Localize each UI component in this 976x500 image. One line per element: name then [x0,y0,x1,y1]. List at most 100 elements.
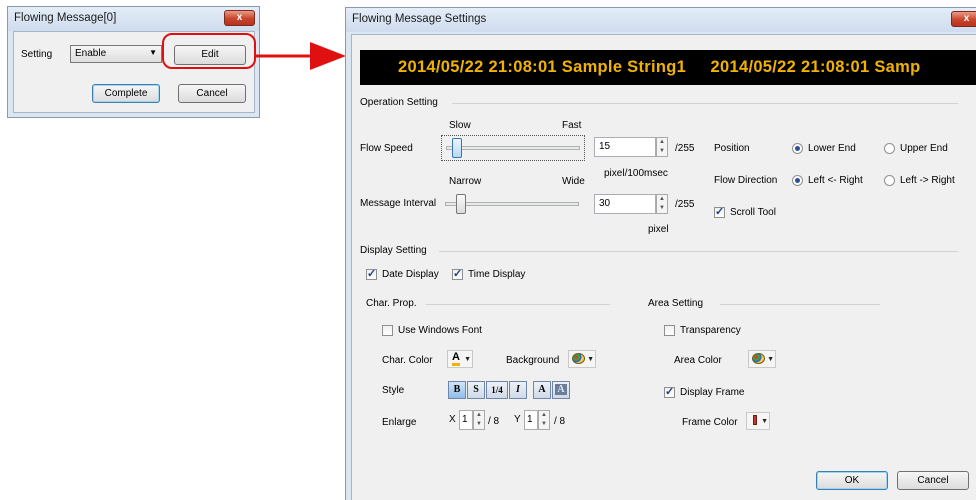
outline-icon: A [538,384,546,395]
chevron-down-icon: ▼ [767,356,774,363]
message-interval-slider[interactable] [441,192,585,218]
position-label: Position [714,143,750,154]
message-interval-thumb[interactable] [456,194,466,214]
flow-speed-track [446,146,580,150]
position-upper-radio[interactable] [884,143,895,154]
close-button[interactable]: x [224,10,255,26]
flow-speed-spinner[interactable]: ▲ ▼ [656,137,668,157]
chevron-down-icon: ▼ [464,356,471,363]
enlarge-y-denominator: / 8 [554,416,566,427]
edit-highlight [162,33,256,69]
flow-speed-input[interactable]: 15 [594,137,656,157]
spin-up-icon[interactable]: ▲ [657,138,667,147]
complete-button[interactable]: Complete [92,84,160,103]
italic-icon: I [516,384,520,395]
narrow-label: Narrow [449,176,482,187]
shadow-icon: S [473,384,479,395]
ok-button-label: OK [844,475,860,486]
ok-button[interactable]: OK [816,471,888,490]
message-interval-value: 30 [599,198,611,209]
enlarge-y-value: 1 [527,414,533,425]
flow-speed-slider[interactable] [441,135,585,161]
style-italic-button[interactable]: I [509,381,527,399]
flow-speed-thumb[interactable] [452,138,462,158]
transparency-checkbox[interactable] [664,325,675,336]
display-setting-label: Display Setting [360,245,427,256]
style-outline-button[interactable]: A [533,381,551,399]
chevron-down-icon: ▼ [587,356,594,363]
frame-color-picker[interactable]: ▼ [746,412,770,430]
enlarge-y-label: Y [514,414,521,425]
area-divider [720,304,880,305]
arrow-icon [254,42,346,70]
direction-right-to-left-label: Left <- Right [808,175,863,186]
flow-speed-unit: pixel/100msec [604,168,668,179]
quarter-icon: 1/4 [491,385,503,395]
slow-label: Slow [449,120,471,131]
chevron-down-icon: ▼ [761,418,768,425]
close-icon: x [963,13,970,24]
reverse-icon: A [555,384,567,395]
display-frame-label: Display Frame [680,387,745,398]
position-lower-label: Lower End [808,143,856,154]
dialog-titlebar: Flowing Message[0] x [8,7,259,31]
message-interval-spinner[interactable]: ▲ ▼ [656,194,668,214]
pen-icon [753,415,757,425]
style-bold-button[interactable]: B [448,381,466,399]
date-display-checkbox[interactable] [366,267,377,280]
direction-left-to-right-radio[interactable] [884,175,895,186]
transparency-label: Transparency [680,325,741,336]
display-frame-checkbox[interactable] [664,385,675,398]
background-label: Background [506,355,560,366]
dialog-title: Flowing Message[0] [14,12,117,24]
message-interval-max: /255 [675,199,695,210]
fast-label: Fast [562,120,582,131]
enlarge-x-label: X [449,414,456,425]
use-windows-font-label: Use Windows Font [398,325,482,336]
cancel-button-label: Cancel [196,88,228,99]
direction-right-to-left-radio[interactable] [792,175,803,186]
flow-speed-value: 15 [599,141,611,152]
style-reverse-button[interactable]: A [552,381,570,399]
style-quarter-button[interactable]: 1/4 [486,381,508,399]
font-color-icon: A [452,351,460,366]
wide-label: Wide [562,176,585,187]
enlarge-y-input[interactable]: 1 [524,410,538,430]
setting-select[interactable]: Enable ▼ [70,45,162,63]
area-color-picker[interactable]: ▼ [748,350,776,368]
spin-up-icon[interactable]: ▲ [474,411,484,420]
char-color-picker[interactable]: A ▼ [447,350,473,368]
operation-setting-label: Operation Setting [360,97,438,108]
flow-speed-label: Flow Speed [360,143,413,154]
position-lower-radio[interactable] [792,143,803,154]
frame-color-label: Frame Color [682,417,738,428]
spin-down-icon[interactable]: ▼ [539,420,549,429]
message-interval-input[interactable]: 30 [594,194,656,214]
spin-down-icon[interactable]: ▼ [657,147,667,156]
scroll-tool-checkbox[interactable] [714,205,725,218]
settings-cancel-label: Cancel [917,475,949,486]
settings-close-button[interactable]: x [951,11,976,27]
time-display-checkbox[interactable] [452,267,463,280]
use-windows-font-checkbox[interactable] [382,325,393,336]
settings-dialog: Flowing Message Settings x 2014/05/22 21… [345,7,976,500]
style-shadow-button[interactable]: S [467,381,485,399]
direction-left-to-right-label: Left -> Right [900,175,955,186]
spin-up-icon[interactable]: ▲ [539,411,549,420]
enlarge-x-spinner[interactable]: ▲ ▼ [473,410,485,430]
enlarge-x-input[interactable]: 1 [459,410,473,430]
settings-cancel-button[interactable]: Cancel [897,471,969,490]
spin-up-icon[interactable]: ▲ [657,195,667,204]
cancel-button[interactable]: Cancel [178,84,246,103]
enlarge-x-value: 1 [462,414,468,425]
setting-select-value: Enable [75,48,107,59]
scroll-tool-label: Scroll Tool [730,207,776,218]
spin-down-icon[interactable]: ▼ [474,420,484,429]
spin-down-icon[interactable]: ▼ [657,204,667,213]
char-prop-label: Char. Prop. [366,298,417,309]
background-color-picker[interactable]: ▼ [568,350,596,368]
char-prop-divider [426,304,610,305]
settings-title: Flowing Message Settings [352,13,487,25]
palette-icon [572,353,585,364]
enlarge-y-spinner[interactable]: ▲ ▼ [538,410,550,430]
